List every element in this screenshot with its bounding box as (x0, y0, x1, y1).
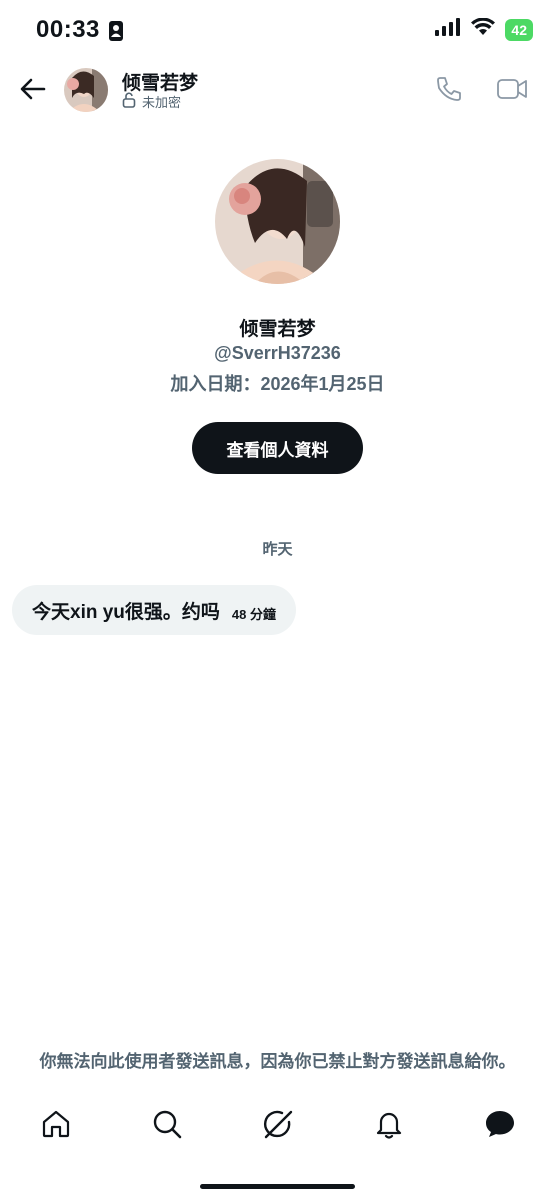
encryption-label: 未加密 (142, 95, 182, 110)
profile-handle: @SverrH37236 (214, 343, 341, 363)
profile-name: 倾雪若梦 (239, 319, 316, 340)
profile-avatar[interactable] (215, 159, 340, 284)
home-icon[interactable] (40, 1108, 72, 1140)
search-icon[interactable] (151, 1108, 183, 1140)
message-bubble[interactable]: 今天xin yu很强。约吗 48 分鐘 (12, 585, 296, 635)
encryption-status: 未加密 (122, 92, 181, 111)
join-date: 加入日期：2026年1月25日 (170, 374, 385, 394)
home-indicator (200, 1184, 355, 1189)
battery-indicator: 42 (505, 18, 533, 41)
header-avatar[interactable] (64, 68, 108, 112)
video-call-icon[interactable] (496, 74, 528, 104)
status-icons: 42 (435, 17, 533, 41)
grok-icon[interactable] (262, 1108, 294, 1140)
date-divider: 昨天 (262, 541, 293, 558)
status-time: 00:33 (36, 16, 100, 43)
phone-icon[interactable] (434, 74, 464, 104)
unlock-icon (122, 92, 136, 111)
bottom-nav (0, 1100, 555, 1150)
back-arrow-icon[interactable] (18, 74, 48, 104)
header-name[interactable]: 倾雪若梦 (122, 68, 198, 95)
view-profile-button[interactable]: 查看個人資料 (192, 422, 363, 474)
wifi-icon (471, 17, 496, 41)
message-time: 48 分鐘 (231, 606, 276, 622)
contact-icon (108, 20, 124, 47)
blocked-notice: 你無法向此使用者發送訊息，因為你已禁止對方發送訊息給你。 (39, 1052, 516, 1071)
messages-icon[interactable] (484, 1108, 516, 1140)
notifications-icon[interactable] (373, 1108, 405, 1140)
message-text: 今天xin yu很强。约吗 (32, 601, 220, 623)
signal-icon (435, 18, 461, 41)
